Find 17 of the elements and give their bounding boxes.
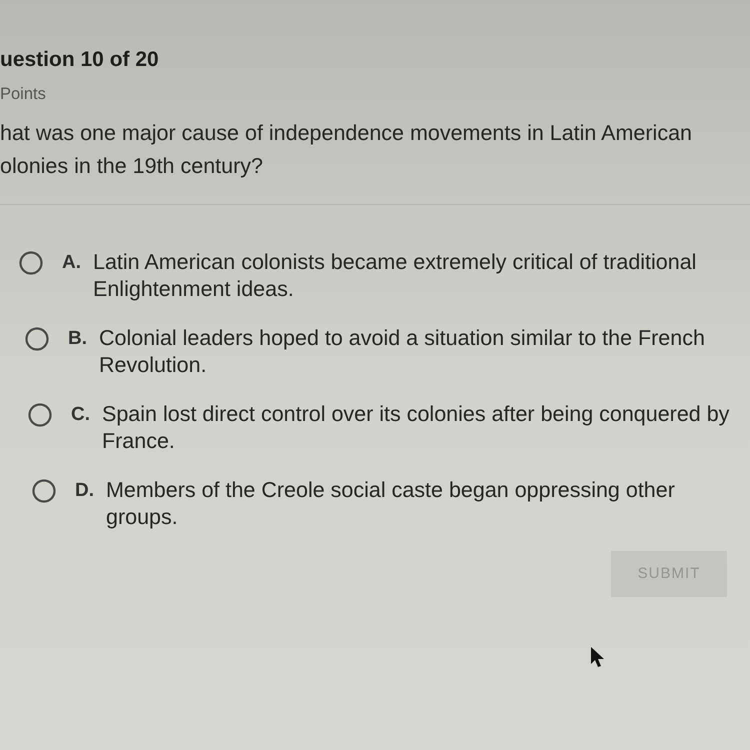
radio-button[interactable] xyxy=(25,327,49,351)
option-letter: D. xyxy=(75,479,95,503)
radio-button[interactable] xyxy=(19,251,43,275)
radio-button[interactable] xyxy=(28,403,52,427)
option-letter: C. xyxy=(71,403,91,427)
points-label: Points xyxy=(0,85,46,104)
option-letter: B. xyxy=(68,327,88,351)
option-text: Colonial leaders hoped to avoid a situation similar to the French Revolution. xyxy=(99,325,706,379)
option-text: Members of the Creole social caste began oppressing other groups. xyxy=(106,477,676,531)
cursor-icon xyxy=(591,647,606,668)
option-text: Spain lost direct control over its colonies after being conquered by France. xyxy=(102,401,730,455)
option-text: Latin American colonists became extremely critical of traditional Enlightenment ideas. xyxy=(93,249,698,303)
option-letter: A. xyxy=(62,251,82,275)
question-text: olonies in the 19th century? xyxy=(0,153,263,180)
question-text: hat was one major cause of independence movements in Latin American xyxy=(0,120,692,147)
radio-button[interactable] xyxy=(32,479,56,503)
question-number: uestion 10 of 20 xyxy=(0,47,159,73)
